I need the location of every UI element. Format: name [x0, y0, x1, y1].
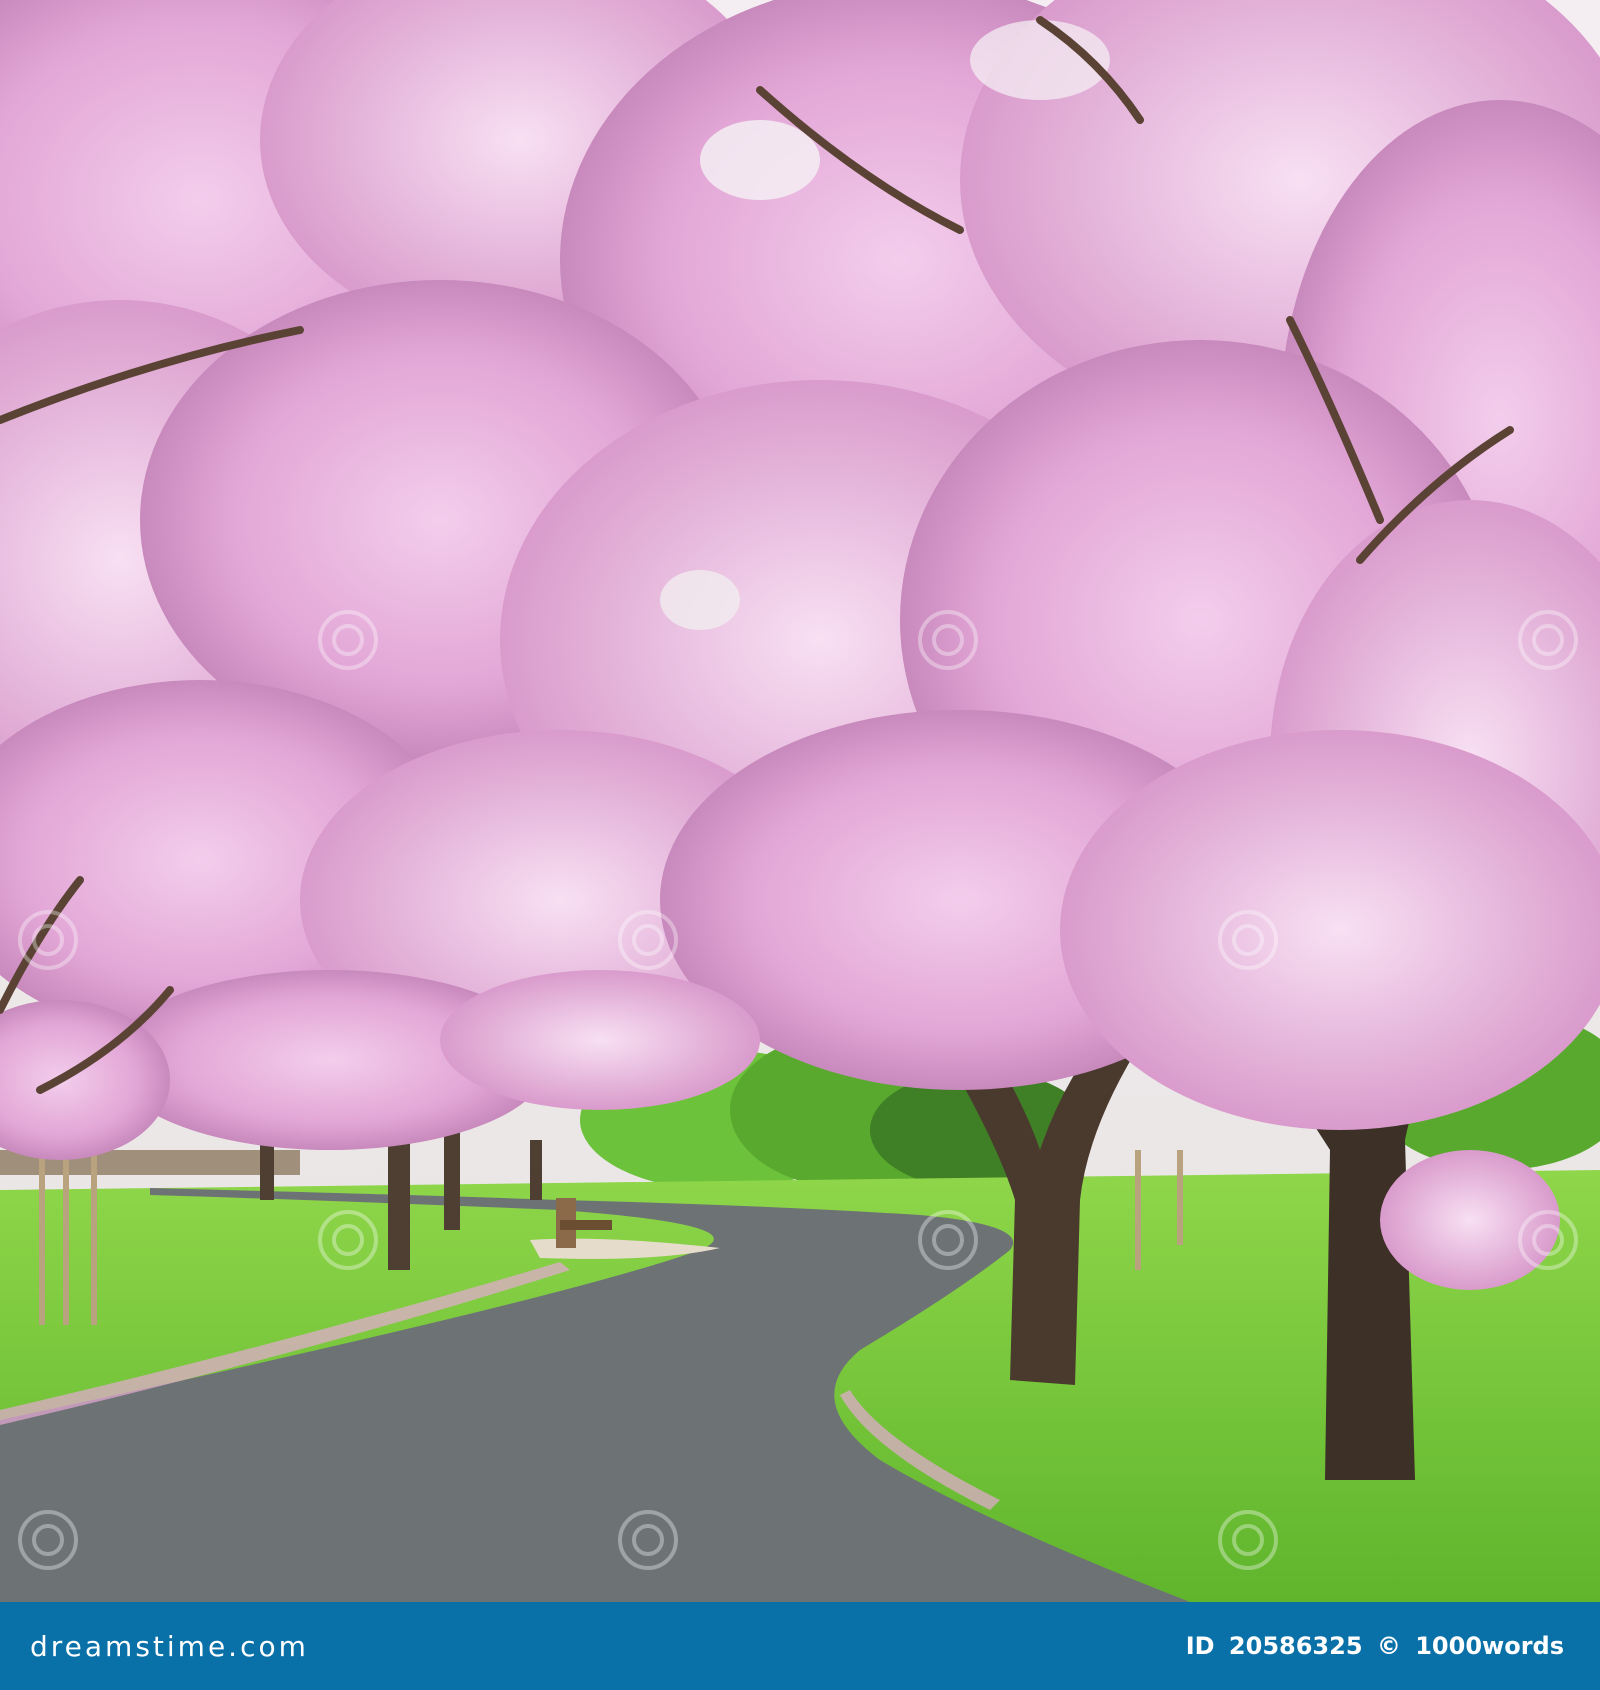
- watermark-footer: dreamstime.com ID 20586325 © 1000words: [0, 1602, 1600, 1690]
- image-credit: ID 20586325 © 1000words: [1180, 1632, 1564, 1660]
- copyright-symbol: ©: [1376, 1632, 1401, 1660]
- dreamstime-logo: dreamstime.com: [30, 1629, 309, 1663]
- author-name: 1000words: [1415, 1632, 1564, 1660]
- id-label: ID: [1185, 1632, 1215, 1660]
- scene-svg: [0, 0, 1600, 1602]
- id-value: 20586325: [1228, 1632, 1363, 1660]
- cherry-blossom-photo: [0, 0, 1600, 1602]
